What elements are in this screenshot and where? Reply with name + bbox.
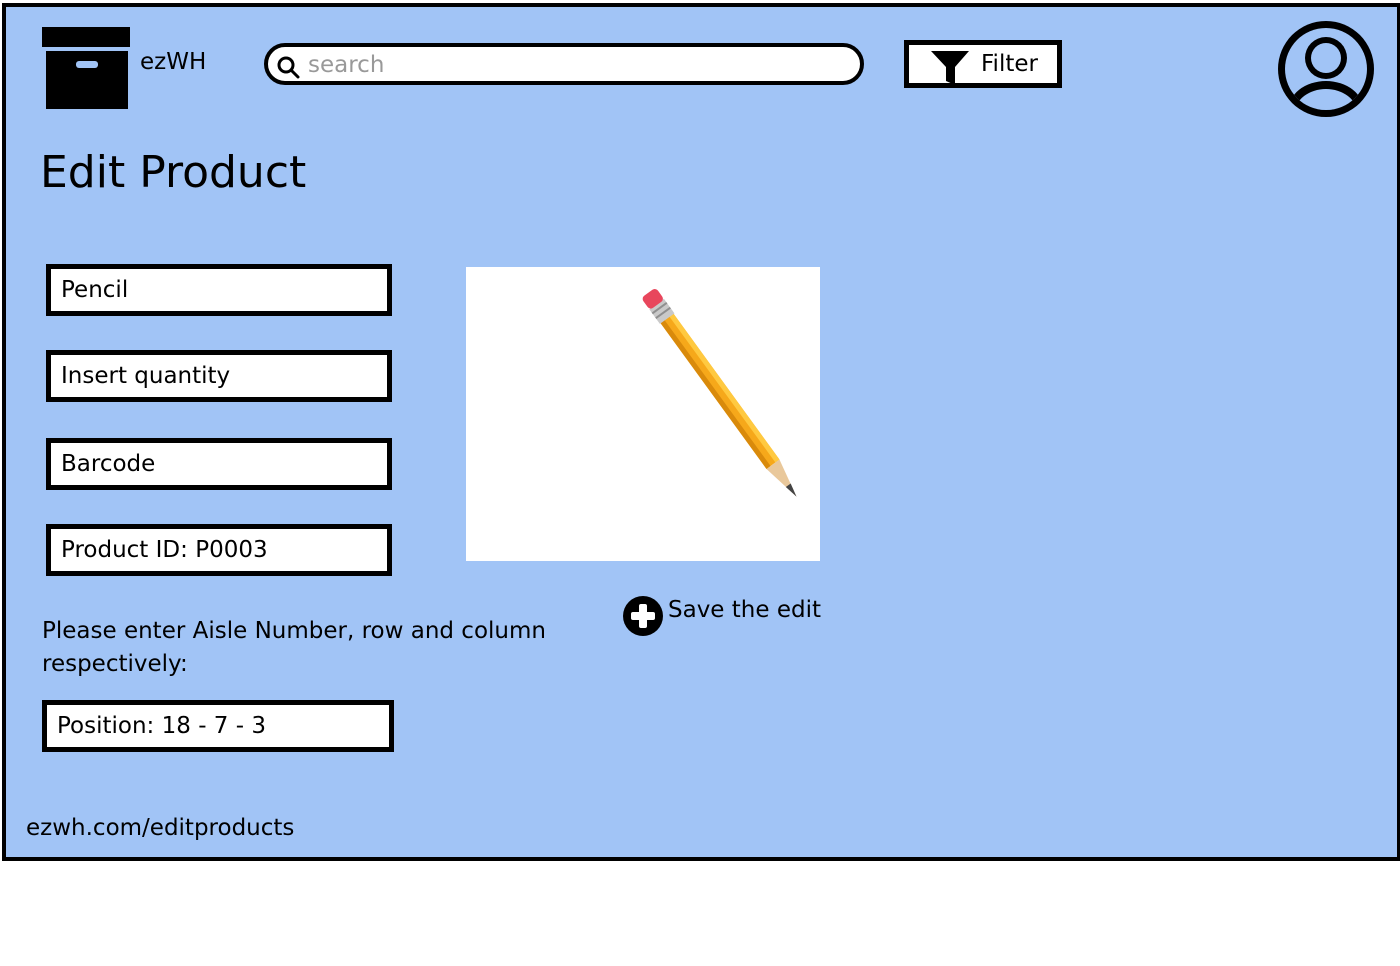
product-name-field[interactable]: Pencil — [46, 264, 392, 316]
archive-box-icon[interactable] — [40, 25, 132, 111]
product-image — [466, 267, 820, 561]
app-name: ezWH — [140, 49, 207, 75]
search-input[interactable]: search — [264, 43, 864, 85]
position-field[interactable]: Position: 18 - 7 - 3 — [42, 700, 394, 752]
user-avatar-icon[interactable] — [1276, 19, 1376, 119]
position-instructions: Please enter Aisle Number, row and colum… — [42, 618, 546, 677]
page-url: ezwh.com/editproducts — [26, 815, 295, 841]
barcode-field[interactable]: Barcode — [46, 438, 392, 490]
filter-label: Filter — [981, 51, 1038, 77]
search-icon — [277, 56, 300, 79]
search-placeholder: search — [308, 52, 385, 78]
product-id-field[interactable]: Product ID: P0003 — [46, 524, 392, 576]
filter-button[interactable]: Filter — [904, 40, 1062, 88]
plus-circle-icon — [623, 596, 663, 636]
funnel-icon — [931, 51, 969, 85]
page-title: Edit Product — [40, 147, 307, 198]
quantity-field[interactable]: Insert quantity — [46, 350, 392, 402]
save-edit-label: Save the edit — [668, 597, 821, 623]
app-window: ezWH search Filter Edit Product Pencil I… — [2, 3, 1400, 861]
pencil-image — [642, 289, 797, 497]
